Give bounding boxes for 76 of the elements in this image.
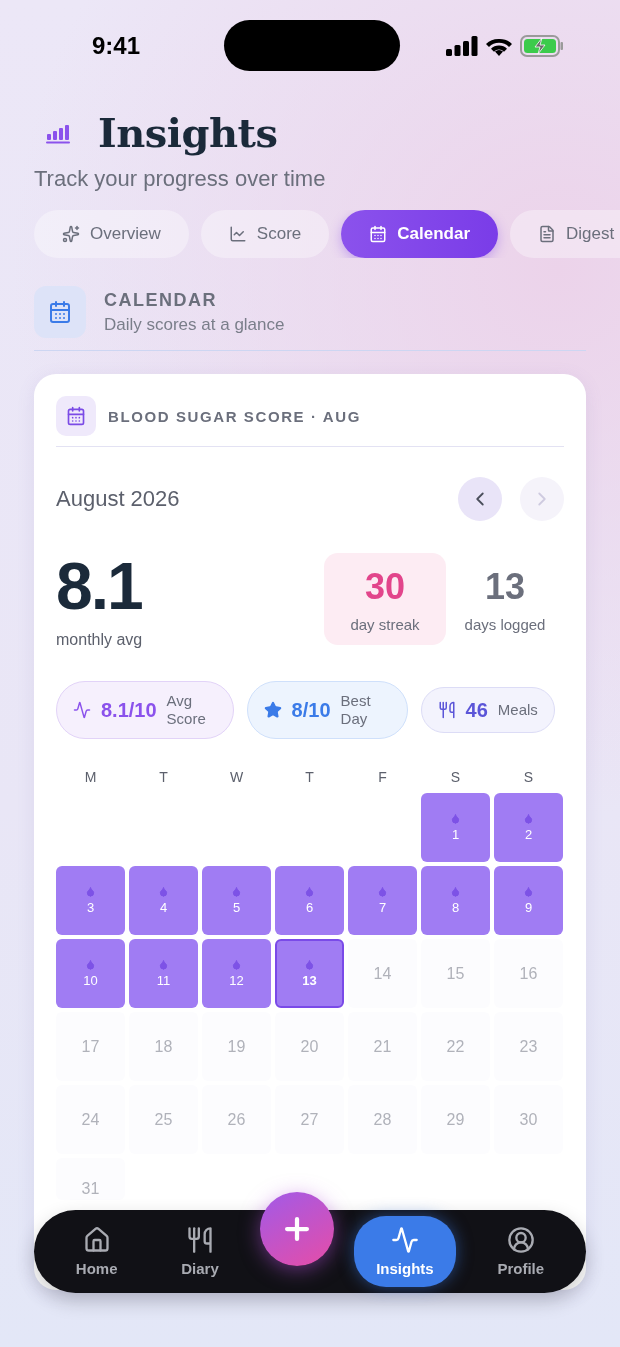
days-logged-label: days logged <box>464 615 546 633</box>
day-cell[interactable]: 1 <box>421 793 490 862</box>
tab[interactable]: Calendar <box>341 210 499 258</box>
weekday-label: S <box>522 769 535 785</box>
nav-item[interactable]: Home <box>53 1216 140 1287</box>
drop-icon <box>304 886 315 897</box>
weekday-label: T <box>304 769 315 785</box>
calendar-icon <box>369 225 388 243</box>
day-cell[interactable]: 12 <box>202 939 271 1008</box>
monthly-average-value: 8.1 <box>56 553 143 619</box>
fork-knife-icon <box>437 701 456 719</box>
calendar-icon <box>66 406 86 426</box>
chip-label: Avg Score <box>166 692 207 728</box>
line-chart-icon <box>228 225 247 243</box>
drop-icon <box>450 813 461 824</box>
drop-icon <box>85 959 96 970</box>
calendar-icon <box>48 300 72 324</box>
month-label: August 2026 <box>56 486 180 512</box>
section-title: CALENDAR <box>104 289 218 311</box>
weekday-label: W <box>228 769 245 785</box>
day-cell[interactable]: 8 <box>421 866 490 935</box>
home-icon <box>82 1226 111 1254</box>
chip-value: 46 <box>465 698 488 722</box>
drop-icon <box>85 886 96 897</box>
drop-icon <box>523 813 534 824</box>
weekday-label: M <box>83 769 98 785</box>
battery-icon <box>520 34 564 57</box>
chip-label: Meals <box>497 701 538 719</box>
day-cell[interactable]: 2 <box>494 793 563 862</box>
weekday-label: T <box>158 769 169 785</box>
fork-knife-icon <box>186 1226 214 1254</box>
status-time: 9:41 <box>92 31 141 60</box>
day-cell[interactable]: 13 <box>275 939 344 1008</box>
tab[interactable]: Score <box>200 210 330 258</box>
drop-icon <box>377 886 388 897</box>
drop-icon <box>158 959 169 970</box>
days-logged-value: 13 <box>484 565 525 608</box>
monthly-average-label: monthly avg <box>56 631 144 649</box>
weekday-label: F <box>377 769 388 785</box>
drop-icon <box>158 886 169 897</box>
drop-icon <box>523 886 534 897</box>
streak-label: day streak <box>350 615 420 633</box>
page-title: Insights <box>98 109 278 156</box>
day-cell[interactable]: 11 <box>129 939 198 1008</box>
tab[interactable]: Digest <box>510 210 620 258</box>
star-icon <box>263 701 282 719</box>
chip-value: 8.1/10 <box>101 698 157 722</box>
weekday-label: S <box>449 769 462 785</box>
drop-icon <box>304 959 315 970</box>
section-subtitle: Daily scores at a glance <box>104 314 285 335</box>
drop-icon <box>231 886 242 897</box>
card-title: BLOOD SUGAR SCORE · AUG <box>108 407 361 425</box>
previous-month-button[interactable] <box>458 477 502 521</box>
page-subtitle: Track your progress over time <box>34 166 327 192</box>
day-cell[interactable]: 10 <box>56 939 125 1008</box>
chip-value: 8/10 <box>291 698 331 722</box>
user-icon <box>506 1226 535 1254</box>
sparkles-icon <box>62 225 80 243</box>
chip-label: Best Day <box>340 692 372 728</box>
signal-icon <box>446 35 478 56</box>
day-cell[interactable]: 4 <box>129 866 198 935</box>
pulse-icon <box>73 701 91 719</box>
day-cell[interactable]: 9 <box>494 866 563 935</box>
nav-item[interactable]: Diary <box>159 1216 241 1287</box>
drop-icon <box>450 886 461 897</box>
day-cell[interactable]: 5 <box>202 866 271 935</box>
day-cell[interactable]: 6 <box>275 866 344 935</box>
document-icon <box>538 225 557 243</box>
nav-item[interactable]: Insights <box>354 1216 456 1287</box>
day-cell[interactable]: 7 <box>348 866 417 935</box>
tab[interactable]: Overview <box>34 210 189 258</box>
drop-icon <box>231 959 242 970</box>
nav-item[interactable]: Profile <box>475 1216 567 1287</box>
streak-value: 30 <box>364 565 405 608</box>
pulse-icon <box>390 1226 419 1254</box>
day-cell[interactable]: 3 <box>56 866 125 935</box>
